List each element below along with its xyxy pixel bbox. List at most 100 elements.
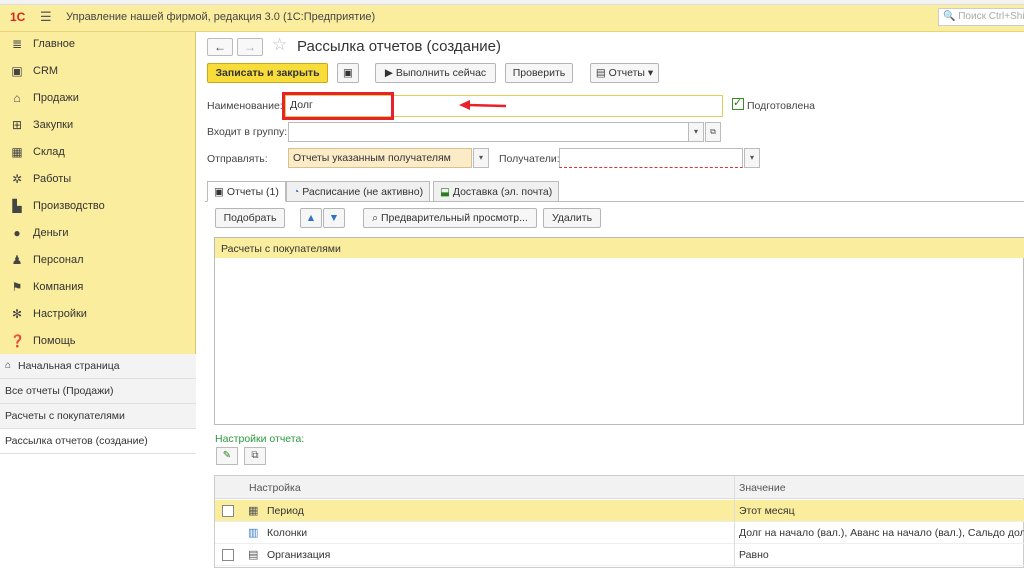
send-label: Отправлять:: [207, 153, 268, 165]
works-icon: ✲: [11, 172, 23, 186]
sidebar-item-staff[interactable]: ♟ Персонал: [0, 248, 196, 275]
move-up-button[interactable]: ▲: [300, 208, 322, 228]
chevron-down-icon: ▾: [693, 127, 698, 136]
preview-button[interactable]: ⌕ Предварительный просмотр...: [363, 208, 537, 228]
sidebar-item-purchases[interactable]: ⊞ Закупки: [0, 113, 196, 140]
sidebar-item-works[interactable]: ✲ Работы: [0, 167, 196, 194]
sidebar-item-label: Склад: [33, 146, 65, 158]
open-window-all-reports[interactable]: Все отчеты (Продажи): [0, 379, 196, 404]
open-window-report-mailing[interactable]: Рассылка отчетов (создание): [0, 429, 196, 454]
sidebar-item-production[interactable]: ▙ Производство: [0, 194, 196, 221]
sidebar-item-company[interactable]: ⚑ Компания: [0, 275, 196, 302]
recipients-input[interactable]: [559, 148, 743, 168]
sidebar-item-label: Помощь: [33, 335, 76, 347]
group-input[interactable]: [288, 122, 689, 142]
group-open-button[interactable]: ⧉: [705, 122, 721, 142]
settings-icon: ✻: [11, 307, 23, 321]
columns-icon: ▥: [248, 527, 259, 539]
send-mode-select[interactable]: Отчеты указанным получателям: [288, 148, 472, 168]
reports-menu-button[interactable]: ▤ Отчеты ▾: [590, 63, 659, 83]
copy-icon: ⧉: [251, 450, 259, 461]
reports-label: Отчеты: [608, 67, 645, 79]
preview-label: Предварительный просмотр...: [380, 212, 528, 224]
crm-icon: ▣: [11, 64, 23, 78]
run-now-label: Выполнить сейчас: [395, 67, 487, 79]
tab-schedule[interactable]: ◔ Расписание (не активно): [286, 181, 431, 202]
save-and-close-button[interactable]: Записать и закрыть: [207, 63, 328, 83]
sidebar-item-main[interactable]: ≣ Главное: [0, 32, 196, 59]
sidebar-item-money[interactable]: ● Деньги: [0, 221, 196, 248]
chevron-down-icon: ▾: [478, 153, 483, 162]
annotation-arrow-icon: [459, 100, 507, 110]
sidebar-item-label: Компания: [33, 281, 84, 293]
hamburger-menu-icon[interactable]: ☰: [40, 9, 52, 25]
setting-value[interactable]: Равно: [739, 549, 1024, 561]
setting-name: Организация: [267, 549, 331, 561]
sidebar-item-help[interactable]: ❓ Помощь: [0, 329, 196, 356]
back-button[interactable]: ←: [207, 38, 233, 56]
group-dropdown-button[interactable]: ▾: [688, 122, 704, 142]
recipients-dropdown-button[interactable]: ▾: [744, 148, 760, 168]
edit-settings-button[interactable]: ✎: [216, 447, 238, 465]
sidebar-item-crm[interactable]: ▣ CRM: [0, 59, 196, 86]
table-row[interactable]: ▥ Колонки Долг на начало (вал.), Аванс н…: [215, 522, 1024, 544]
edit-icon: ✎: [222, 450, 232, 461]
send-mode-dropdown-button[interactable]: ▾: [473, 148, 489, 168]
sidebar-item-label: Продажи: [33, 92, 79, 104]
table-row[interactable]: ▤ Организация Равно: [215, 544, 1024, 566]
prepared-checkbox[interactable]: [732, 96, 744, 110]
chevron-down-icon: ▾: [647, 67, 654, 79]
move-down-button[interactable]: ▼: [323, 208, 345, 228]
setting-name: Колонки: [267, 527, 308, 539]
app-title: Управление нашей фирмой, редакция 3.0 (1…: [66, 11, 376, 23]
prepared-label: Подготовлена: [747, 100, 815, 112]
highlight-box: [282, 92, 394, 120]
list-item[interactable]: Расчеты с покупателями: [215, 238, 1024, 258]
magnifier-icon: ⌕: [372, 212, 379, 224]
main-form: ← → ☆ Рассылка отчетов (создание) Записа…: [197, 32, 1024, 568]
sidebar-item-settings[interactable]: ✻ Настройки: [0, 302, 196, 329]
tab-delivery[interactable]: ⬓ Доставка (эл. почта): [433, 181, 560, 202]
warehouse-icon: ▦: [11, 145, 23, 159]
pick-button[interactable]: Подобрать: [215, 208, 285, 228]
report-name: Расчеты с покупателями: [221, 243, 341, 255]
copy-settings-button[interactable]: ⧉: [244, 447, 266, 465]
sidebar-item-label: CRM: [33, 65, 59, 77]
open-window-customer-settlements[interactable]: Расчеты с покупателями: [0, 404, 196, 429]
run-now-button[interactable]: ▶ Выполнить сейчас: [375, 63, 496, 83]
sidebar-item-label: Настройки: [33, 308, 87, 320]
setting-value[interactable]: Долг на начало (вал.), Аванс на начало (…: [739, 527, 1024, 539]
page-title: Рассылка отчетов (создание): [297, 38, 501, 55]
favorite-star-icon[interactable]: ☆: [272, 35, 287, 55]
list-icon: ≣: [11, 37, 23, 51]
open-window-label: Начальная страница: [18, 360, 120, 372]
sidebar-item-sales[interactable]: ⌂ Продажи: [0, 86, 196, 113]
sales-icon: ⌂: [13, 91, 21, 105]
table-row[interactable]: ▦ Период Этот месяц: [215, 500, 1024, 522]
settings-table-header: Настройка Значение: [215, 476, 1024, 499]
column-header-value: Значение: [739, 482, 786, 494]
floppy-icon: ▣: [343, 67, 353, 79]
top-strip: [0, 0, 1024, 5]
row-checkbox[interactable]: [222, 505, 234, 517]
arrow-left-icon: ←: [214, 40, 226, 54]
delete-button[interactable]: Удалить: [543, 208, 601, 228]
sidebar-item-warehouse[interactable]: ▦ Склад: [0, 140, 196, 167]
money-icon: ●: [13, 226, 21, 240]
arrow-down-icon: ▼: [328, 212, 340, 224]
tab-reports[interactable]: ▣ Отчеты (1): [207, 181, 286, 202]
save-button[interactable]: ▣: [337, 63, 359, 83]
forward-button[interactable]: →: [237, 38, 263, 56]
sidebar-item-label: Работы: [33, 173, 72, 185]
group-label: Входит в группу:: [207, 126, 288, 138]
open-window-home[interactable]: ⌂ Начальная страница: [0, 354, 196, 379]
global-search-input[interactable]: 🔍 Поиск Ctrl+Shift+F: [938, 8, 1024, 26]
production-icon: ▙: [12, 199, 22, 213]
setting-value[interactable]: Этот месяц: [739, 505, 1024, 517]
company-icon: ⚑: [11, 280, 23, 294]
app-logo: 1С: [10, 10, 26, 24]
check-button[interactable]: Проверить: [505, 63, 573, 83]
open-window-label: Все отчеты (Продажи): [5, 385, 114, 397]
row-checkbox[interactable]: [222, 549, 234, 561]
arrow-up-icon: ▲: [305, 212, 317, 224]
